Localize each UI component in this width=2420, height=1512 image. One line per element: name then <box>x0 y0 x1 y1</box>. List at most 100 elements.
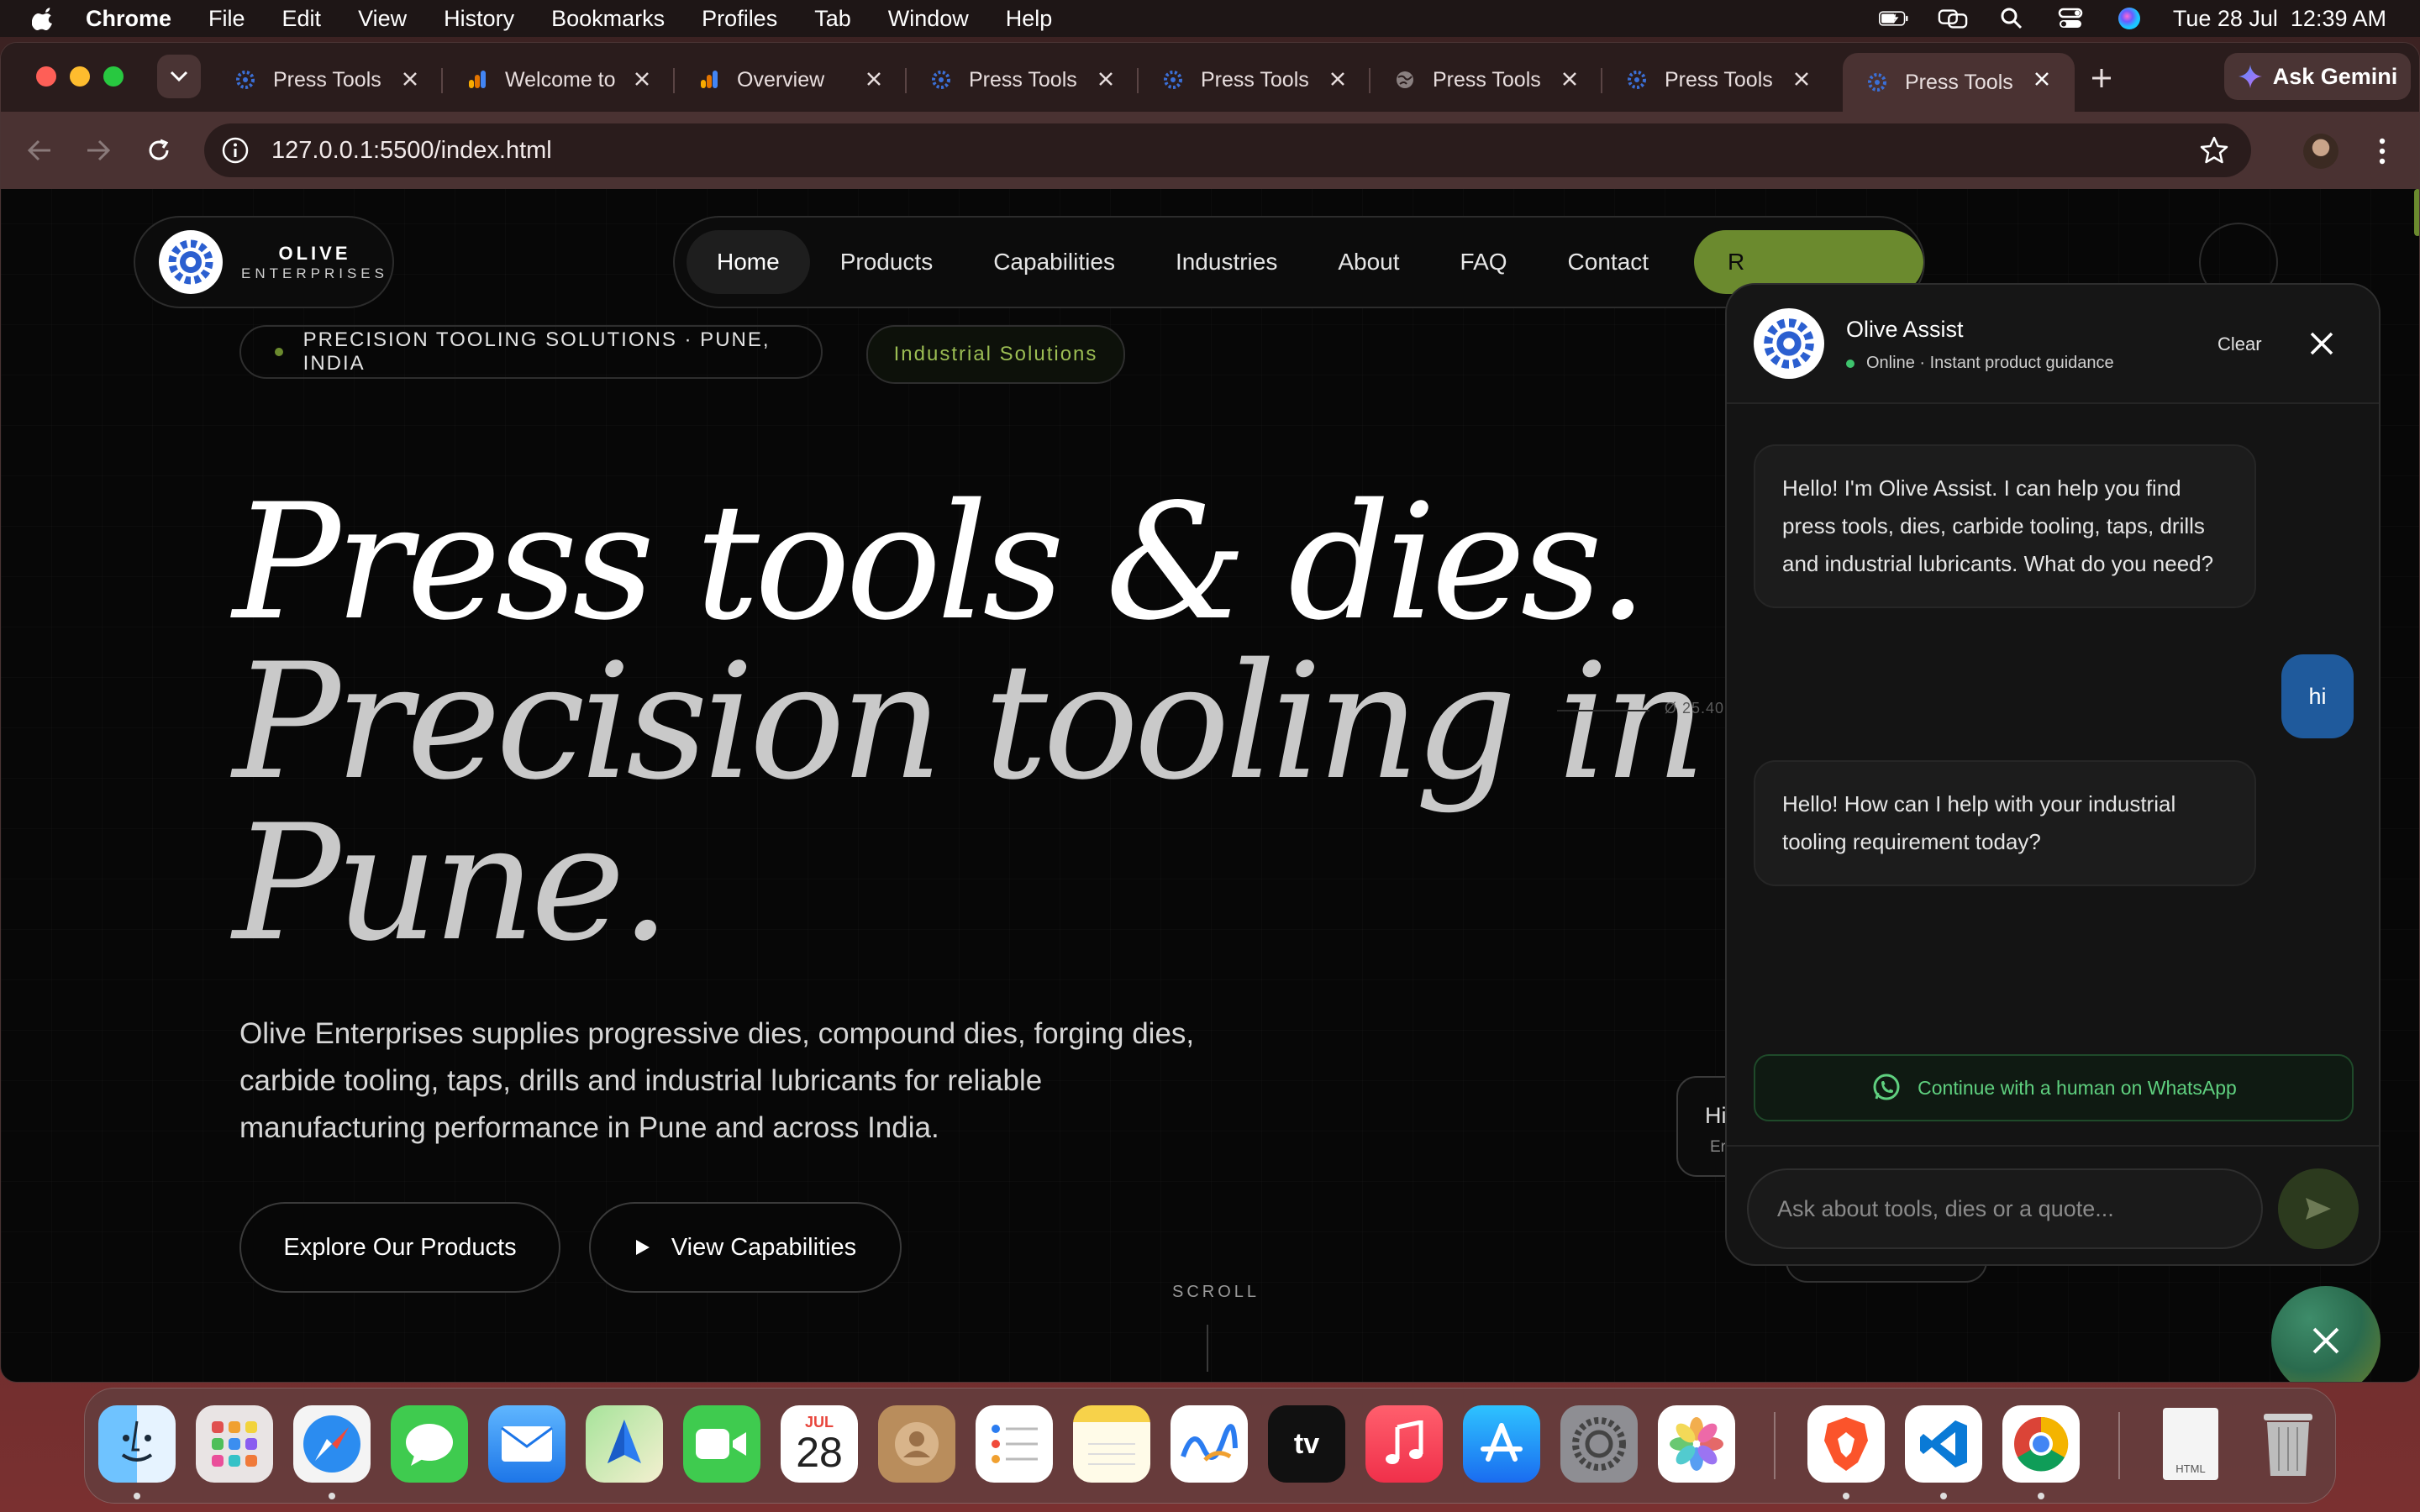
menu-edit[interactable]: Edit <box>282 6 322 32</box>
mail-icon[interactable] <box>488 1405 566 1483</box>
ask-gemini-button[interactable]: Ask Gemini <box>2224 53 2411 100</box>
chat-input-placeholder: Ask about tools, dies or a quote... <box>1777 1195 2114 1221</box>
menu-bookmarks[interactable]: Bookmarks <box>551 6 665 32</box>
app-store-icon[interactable] <box>1463 1405 1540 1483</box>
window-minimize-button[interactable] <box>70 66 90 87</box>
tab-close-icon[interactable] <box>631 68 653 90</box>
apple-tv-icon[interactable]: tv <box>1268 1405 1345 1483</box>
notes-icon[interactable] <box>1073 1405 1150 1483</box>
nav-contact[interactable]: Contact <box>1538 230 1680 294</box>
chat-clear-button[interactable]: Clear <box>2217 333 2262 355</box>
nav-products[interactable]: Products <box>810 230 964 294</box>
photos-icon[interactable] <box>1658 1405 1735 1483</box>
menu-help[interactable]: Help <box>1006 6 1053 32</box>
nav-home[interactable]: Home <box>687 230 810 294</box>
browser-tab[interactable]: Press Tools <box>1139 53 1370 107</box>
new-tab-button[interactable] <box>2085 61 2118 95</box>
menu-view[interactable]: View <box>358 6 407 32</box>
browser-toolbar: 127.0.0.1:5500/index.html <box>1 112 2419 189</box>
browser-tab[interactable]: Welcome to <box>443 53 675 107</box>
browser-tab-active[interactable]: Press Tools <box>1843 53 2075 112</box>
page-scrollbar[interactable] <box>2414 189 2419 236</box>
tab-close-icon[interactable] <box>1791 68 1812 90</box>
apple-logo-icon[interactable] <box>32 6 57 31</box>
explore-products-button[interactable]: Explore Our Products <box>239 1202 560 1293</box>
play-icon <box>635 1240 650 1255</box>
macos-dock: JUL 28 tv HTML <box>84 1388 2336 1504</box>
music-icon[interactable] <box>1365 1405 1443 1483</box>
close-icon <box>2312 1327 2339 1354</box>
address-bar-url[interactable]: 127.0.0.1:5500/index.html <box>271 137 552 165</box>
battery-charging-icon[interactable] <box>1878 8 1909 29</box>
site-logo[interactable]: OLIVE ENTERPRISES <box>134 216 394 308</box>
tab-close-icon[interactable] <box>1095 68 1117 90</box>
forward-button[interactable] <box>78 130 118 171</box>
menu-clock[interactable]: Tue 28 Jul 12:39 AM <box>2173 6 2386 32</box>
nav-about[interactable]: About <box>1307 230 1429 294</box>
system-settings-icon[interactable] <box>1560 1405 1638 1483</box>
profile-avatar[interactable] <box>2303 134 2338 169</box>
chat-send-button[interactable] <box>2278 1168 2359 1249</box>
chat-message-input[interactable]: Ask about tools, dies or a quote... <box>1747 1168 2263 1249</box>
dimension-line <box>1557 710 1649 711</box>
more-menu-button[interactable] <box>2369 134 2396 169</box>
trash-icon[interactable] <box>2249 1405 2327 1483</box>
screen-mirroring-icon[interactable] <box>1938 8 1968 29</box>
control-center-icon[interactable] <box>2055 8 2086 29</box>
calendar-icon[interactable]: JUL 28 <box>781 1405 858 1483</box>
analytics-favicon-icon <box>698 69 720 91</box>
nav-faq[interactable]: FAQ <box>1430 230 1538 294</box>
browser-tab[interactable]: Press Tools <box>1370 53 1602 107</box>
browser-tab[interactable]: Press Tools <box>211 53 443 107</box>
reminders-icon[interactable] <box>976 1405 1053 1483</box>
tab-title: Press Tools <box>969 67 1077 92</box>
chrome-icon[interactable] <box>2002 1405 2080 1483</box>
menu-profiles[interactable]: Profiles <box>702 6 777 32</box>
window-close-button[interactable] <box>36 66 56 87</box>
menu-file[interactable]: File <box>208 6 245 32</box>
back-button[interactable] <box>19 130 60 171</box>
scroll-indicator-line <box>1207 1325 1208 1372</box>
siri-icon[interactable] <box>2114 8 2144 29</box>
safari-icon[interactable] <box>293 1405 371 1483</box>
menu-app-name[interactable]: Chrome <box>86 6 171 32</box>
info-card-subtitle: Er <box>1710 1138 1726 1156</box>
window-zoom-button[interactable] <box>103 66 124 87</box>
chat-toggle-button[interactable] <box>2271 1286 2381 1382</box>
maps-icon[interactable] <box>586 1405 663 1483</box>
browser-tab[interactable]: Overview <box>675 53 907 107</box>
tab-search-button[interactable] <box>157 55 201 98</box>
arrow-left-icon <box>27 139 50 161</box>
launchpad-icon[interactable] <box>196 1405 273 1483</box>
freeform-icon[interactable] <box>1171 1405 1248 1483</box>
html-file-icon[interactable]: HTML <box>2152 1405 2229 1483</box>
reload-button[interactable] <box>139 130 179 171</box>
nav-industries[interactable]: Industries <box>1145 230 1307 294</box>
browser-tab[interactable]: Press Tools <box>907 53 1139 107</box>
facetime-icon[interactable] <box>683 1405 760 1483</box>
browser-tab[interactable]: Press Tools <box>1602 53 1834 107</box>
tab-close-icon[interactable] <box>863 68 885 90</box>
view-capabilities-button[interactable]: View Capabilities <box>589 1202 902 1293</box>
menu-tab[interactable]: Tab <box>814 6 851 32</box>
tab-close-icon[interactable] <box>2031 68 2053 90</box>
whatsapp-handoff-button[interactable]: Continue with a human on WhatsApp <box>1754 1054 2354 1121</box>
spotlight-search-icon[interactable] <box>1996 8 2027 29</box>
finder-icon[interactable] <box>98 1405 176 1483</box>
vscode-icon[interactable] <box>1905 1405 1982 1483</box>
chat-close-button[interactable] <box>2303 325 2340 362</box>
brave-browser-icon[interactable] <box>1807 1405 1885 1483</box>
messages-icon[interactable] <box>391 1405 468 1483</box>
tab-close-icon[interactable] <box>1327 68 1349 90</box>
tab-close-icon[interactable] <box>399 68 421 90</box>
nav-capabilities[interactable]: Capabilities <box>963 230 1145 294</box>
address-bar[interactable]: 127.0.0.1:5500/index.html <box>204 123 2251 177</box>
menu-history[interactable]: History <box>444 6 514 32</box>
bookmark-star-icon[interactable] <box>2199 135 2229 165</box>
gemini-sparkle-icon <box>2238 65 2262 88</box>
site-info-icon[interactable] <box>221 136 250 165</box>
tab-close-icon[interactable] <box>1559 68 1581 90</box>
chat-avatar-gear-icon <box>1754 308 1824 379</box>
contacts-icon[interactable] <box>878 1405 955 1483</box>
menu-window[interactable]: Window <box>888 6 969 32</box>
